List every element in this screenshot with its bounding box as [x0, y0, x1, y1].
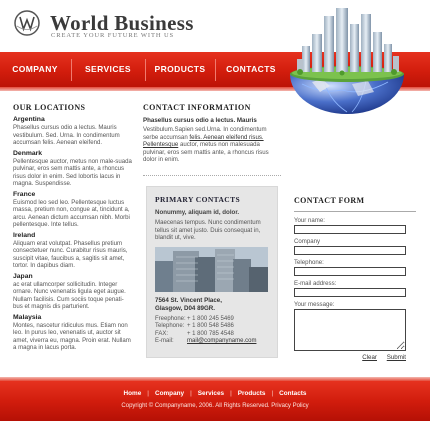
primary-contacts-text: Maecenas tempus. Nunc condimentum tellus…	[155, 219, 261, 241]
primary-contacts-subtitle: Nonummy, aliquam id, dolor.	[155, 209, 240, 216]
office-buildings-photo	[155, 246, 268, 292]
telephone-field-label: Telephone:	[294, 259, 324, 266]
location-region: Malaysia	[13, 313, 42, 321]
dotted-divider	[143, 175, 281, 176]
email-label: E-mail:	[155, 338, 174, 345]
location-region: Japan	[13, 272, 33, 280]
message-label: Your message:	[294, 301, 335, 308]
contact-info-heading: CONTACT INFORMATION	[143, 103, 251, 112]
location-region: Denmark	[13, 149, 43, 157]
company-label: Company	[294, 238, 321, 245]
form-divider	[294, 211, 416, 212]
nav-company[interactable]: COMPANY	[0, 52, 70, 87]
fax-label: FAX:	[155, 330, 169, 337]
office-address: 7564 St. Vincent Place, Glasgow, D04 89G…	[155, 297, 269, 313]
primary-contacts-heading: PRIMARY CONTACTS	[155, 195, 241, 204]
copyright-text: Copyright © Companyname, 2006. All Right…	[121, 403, 309, 409]
locations-heading: OUR LOCATIONS	[13, 103, 86, 112]
telephone-label: Telephone:	[155, 323, 185, 330]
footer-link-home[interactable]: Home	[124, 390, 142, 397]
primary-contacts-box: PRIMARY CONTACTS Nonummy, aliquam id, do…	[146, 186, 278, 358]
nav-services[interactable]: SERVICES	[72, 52, 144, 87]
email-field-label: E-mail address:	[294, 280, 337, 287]
email-input[interactable]	[294, 288, 406, 297]
address-line: 7564 St. Vincent Place,	[155, 296, 222, 304]
contact-form: CONTACT FORM Your name: Company Telephon…	[294, 196, 416, 361]
site-footer: Home | Company | Services | Products | Contacts …	[0, 377, 430, 421]
form-actions: Clear Submit	[294, 354, 416, 361]
submit-button[interactable]: Submit	[387, 354, 406, 361]
location-text: Montes, nascetur ridiculus mus. Etiam no…	[13, 321, 131, 352]
footer-link-services[interactable]: Services	[198, 390, 224, 397]
footer-separator: |	[190, 390, 192, 397]
world-logo-icon	[14, 10, 40, 36]
clear-button[interactable]: Clear	[362, 354, 377, 361]
locations-column: OUR LOCATIONS Argentina Phasellus cursus…	[13, 103, 133, 352]
freephone-value: + 1 800 245 5469	[187, 315, 234, 322]
nav-products[interactable]: PRODUCTS	[146, 52, 214, 87]
footer-separator: |	[230, 390, 232, 397]
freephone-label: Freephone:	[155, 315, 186, 322]
location-text: Euismod leo sed leo. Pellentesque luctus…	[13, 198, 130, 229]
location-text: Phasellus cursus odio a lectus. Mauris v…	[13, 124, 120, 146]
name-input[interactable]	[294, 225, 406, 234]
location-region: France	[13, 190, 36, 198]
company-input[interactable]	[294, 246, 406, 255]
contact-info-lead: Phasellus cursus odio a lectus. Mauris	[143, 117, 257, 124]
footer-separator: |	[271, 390, 274, 397]
globe-city-illustration	[290, 8, 404, 114]
footer-link-contacts[interactable]: Contacts	[279, 390, 306, 397]
footer-link-company[interactable]: Company	[155, 390, 184, 397]
contact-numbers: Freephone: + 1 800 245 5469 Telephone: + 1…	[155, 316, 269, 346]
location-text: Aliquam erat volutpat. Phasellus pretium…	[13, 239, 128, 270]
location-text: Pellentesque auctor, metus non male-suad…	[13, 157, 132, 188]
location-text: ac erat ullamcorper sollicitudin. Intege…	[13, 280, 126, 311]
fax-value: + 1 800 785 4548	[187, 330, 234, 337]
contact-info-text: Vestibulum.Sapien sed.Urna. In condiment…	[143, 126, 283, 164]
contact-info-column: CONTACT INFORMATION Phasellus cursus odi…	[143, 103, 283, 164]
telephone-value: + 1 800 548 5486	[187, 323, 234, 330]
footer-link-products[interactable]: Products	[238, 390, 266, 397]
nav-contacts[interactable]: CONTACTS	[216, 52, 286, 87]
name-label: Your name:	[294, 217, 325, 224]
footer-separator: |	[147, 390, 149, 397]
location-region: Ireland	[13, 231, 36, 239]
address-line: Glasgow, D04 89GR.	[155, 304, 215, 312]
site-tagline: CREATE YOUR FUTURE WITH US	[51, 32, 175, 39]
footer-nav: Home | Company | Services | Products | Contacts	[0, 390, 430, 397]
contact-form-heading: CONTACT FORM	[294, 196, 365, 205]
telephone-input[interactable]	[294, 267, 406, 276]
location-region: Argentina	[13, 116, 45, 123]
message-textarea[interactable]	[294, 309, 406, 351]
email-link[interactable]: mail@companyname.com	[187, 338, 256, 346]
